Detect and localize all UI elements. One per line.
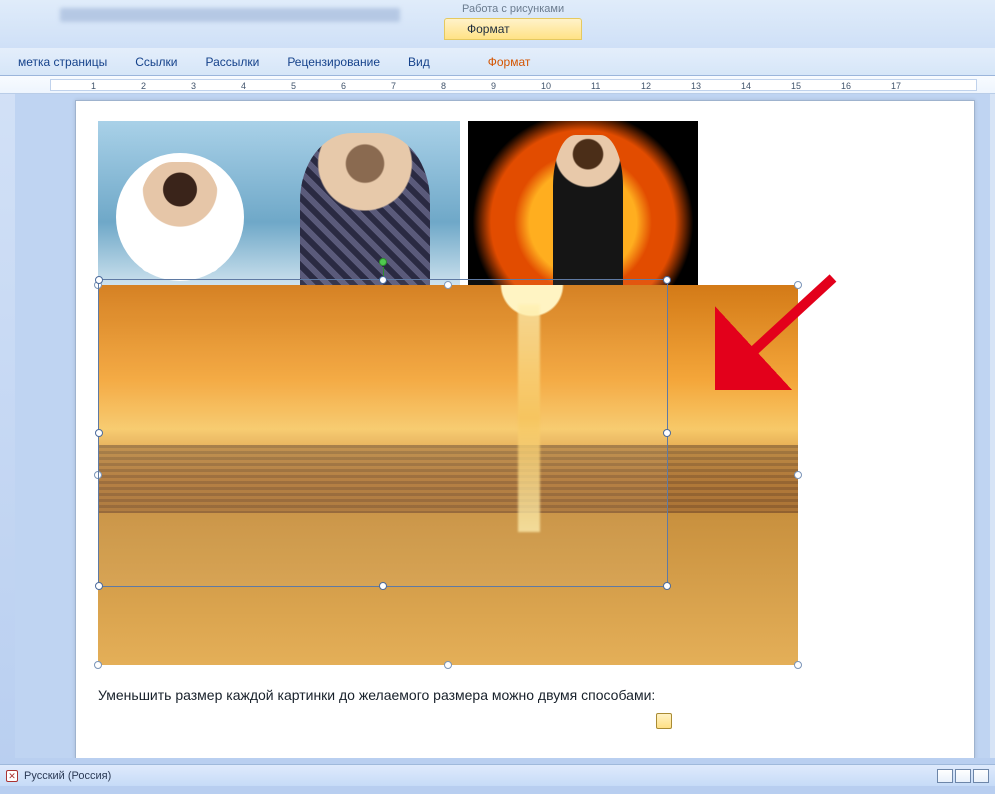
contextual-tab-format[interactable]: Формат: [444, 18, 582, 40]
document-body-text: Уменьшить размер каждой картинки до жела…: [98, 687, 655, 703]
crop-frame[interactable]: [98, 279, 668, 587]
rotation-handle[interactable]: [379, 258, 387, 266]
ruler-mark-11: 11: [591, 81, 600, 91]
ruler-mark-17: 17: [891, 81, 901, 91]
crop-handle-bottom-mid[interactable]: [379, 582, 387, 590]
resize-handle-mid-right[interactable]: [794, 471, 802, 479]
resize-handle-top-right[interactable]: [794, 281, 802, 289]
view-web-layout-icon[interactable]: [973, 769, 989, 783]
tab-view[interactable]: Вид: [394, 50, 444, 74]
ruler-track: 1234567891011121314151617: [50, 79, 977, 91]
horizontal-ruler[interactable]: 1234567891011121314151617: [0, 76, 995, 94]
view-full-screen-icon[interactable]: [955, 769, 971, 783]
contextual-tab-group: Работа с рисунками Формат: [444, 0, 582, 40]
ruler-mark-10: 10: [541, 81, 551, 91]
resize-handle-bottom-left[interactable]: [94, 661, 102, 669]
view-mode-icons: [937, 769, 989, 783]
ribbon-tabs: метка страницы Ссылки Рассылки Рецензиро…: [0, 48, 995, 76]
ruler-mark-9: 9: [491, 81, 496, 91]
resize-handle-bottom-mid[interactable]: [444, 661, 452, 669]
inserted-image-1[interactable]: [98, 121, 460, 305]
ruler-mark-12: 12: [641, 81, 651, 91]
contextual-tab-group-label: Работа с рисунками: [444, 0, 582, 18]
status-language[interactable]: Русский (Россия): [24, 770, 111, 782]
person-figure-3: [553, 135, 623, 295]
app-window: Работа с рисунками Формат метка страницы…: [0, 0, 995, 794]
spellcheck-icon[interactable]: ✕: [6, 770, 18, 782]
ruler-mark-7: 7: [391, 81, 396, 91]
document-page[interactable]: Уменьшить размер каждой картинки до жела…: [75, 100, 975, 758]
ruler-mark-13: 13: [691, 81, 701, 91]
ruler-mark-3: 3: [191, 81, 196, 91]
crop-handle-top-left[interactable]: [95, 276, 103, 284]
image-row: [98, 121, 698, 305]
tab-format[interactable]: Формат: [474, 50, 545, 74]
vertical-scrollbar[interactable]: [990, 94, 995, 758]
tab-mailings[interactable]: Рассылки: [191, 50, 273, 74]
paste-options-icon[interactable]: [656, 713, 672, 729]
ruler-mark-16: 16: [841, 81, 851, 91]
circle-portrait-frame: [116, 153, 244, 281]
resize-handle-bottom-right[interactable]: [794, 661, 802, 669]
ruler-mark-4: 4: [241, 81, 246, 91]
person-figure-2: [300, 133, 430, 303]
selected-image-container[interactable]: [98, 285, 798, 665]
ruler-mark-14: 14: [741, 81, 751, 91]
tab-references[interactable]: Ссылки: [121, 50, 191, 74]
crop-handle-mid-left[interactable]: [95, 429, 103, 437]
ruler-mark-6: 6: [341, 81, 346, 91]
ruler-mark-2: 2: [141, 81, 146, 91]
status-bar: ✕ Русский (Россия): [0, 764, 995, 786]
view-print-layout-icon[interactable]: [937, 769, 953, 783]
ruler-mark-8: 8: [441, 81, 446, 91]
tab-review[interactable]: Рецензирование: [273, 50, 394, 74]
person-figure-1: [140, 162, 220, 272]
crop-handle-mid-right[interactable]: [663, 429, 671, 437]
crop-handle-bottom-right[interactable]: [663, 582, 671, 590]
crop-handle-top-mid[interactable]: [379, 276, 387, 284]
crop-handle-top-right[interactable]: [663, 276, 671, 284]
tab-page-layout[interactable]: метка страницы: [4, 50, 121, 74]
document-title-blurred: [60, 8, 400, 22]
ruler-mark-1: 1: [91, 81, 96, 91]
crop-handle-bottom-left[interactable]: [95, 582, 103, 590]
ruler-mark-5: 5: [291, 81, 296, 91]
ruler-mark-15: 15: [791, 81, 801, 91]
document-area[interactable]: Уменьшить размер каждой картинки до жела…: [15, 94, 990, 758]
title-bar: Работа с рисунками Формат: [0, 0, 995, 48]
